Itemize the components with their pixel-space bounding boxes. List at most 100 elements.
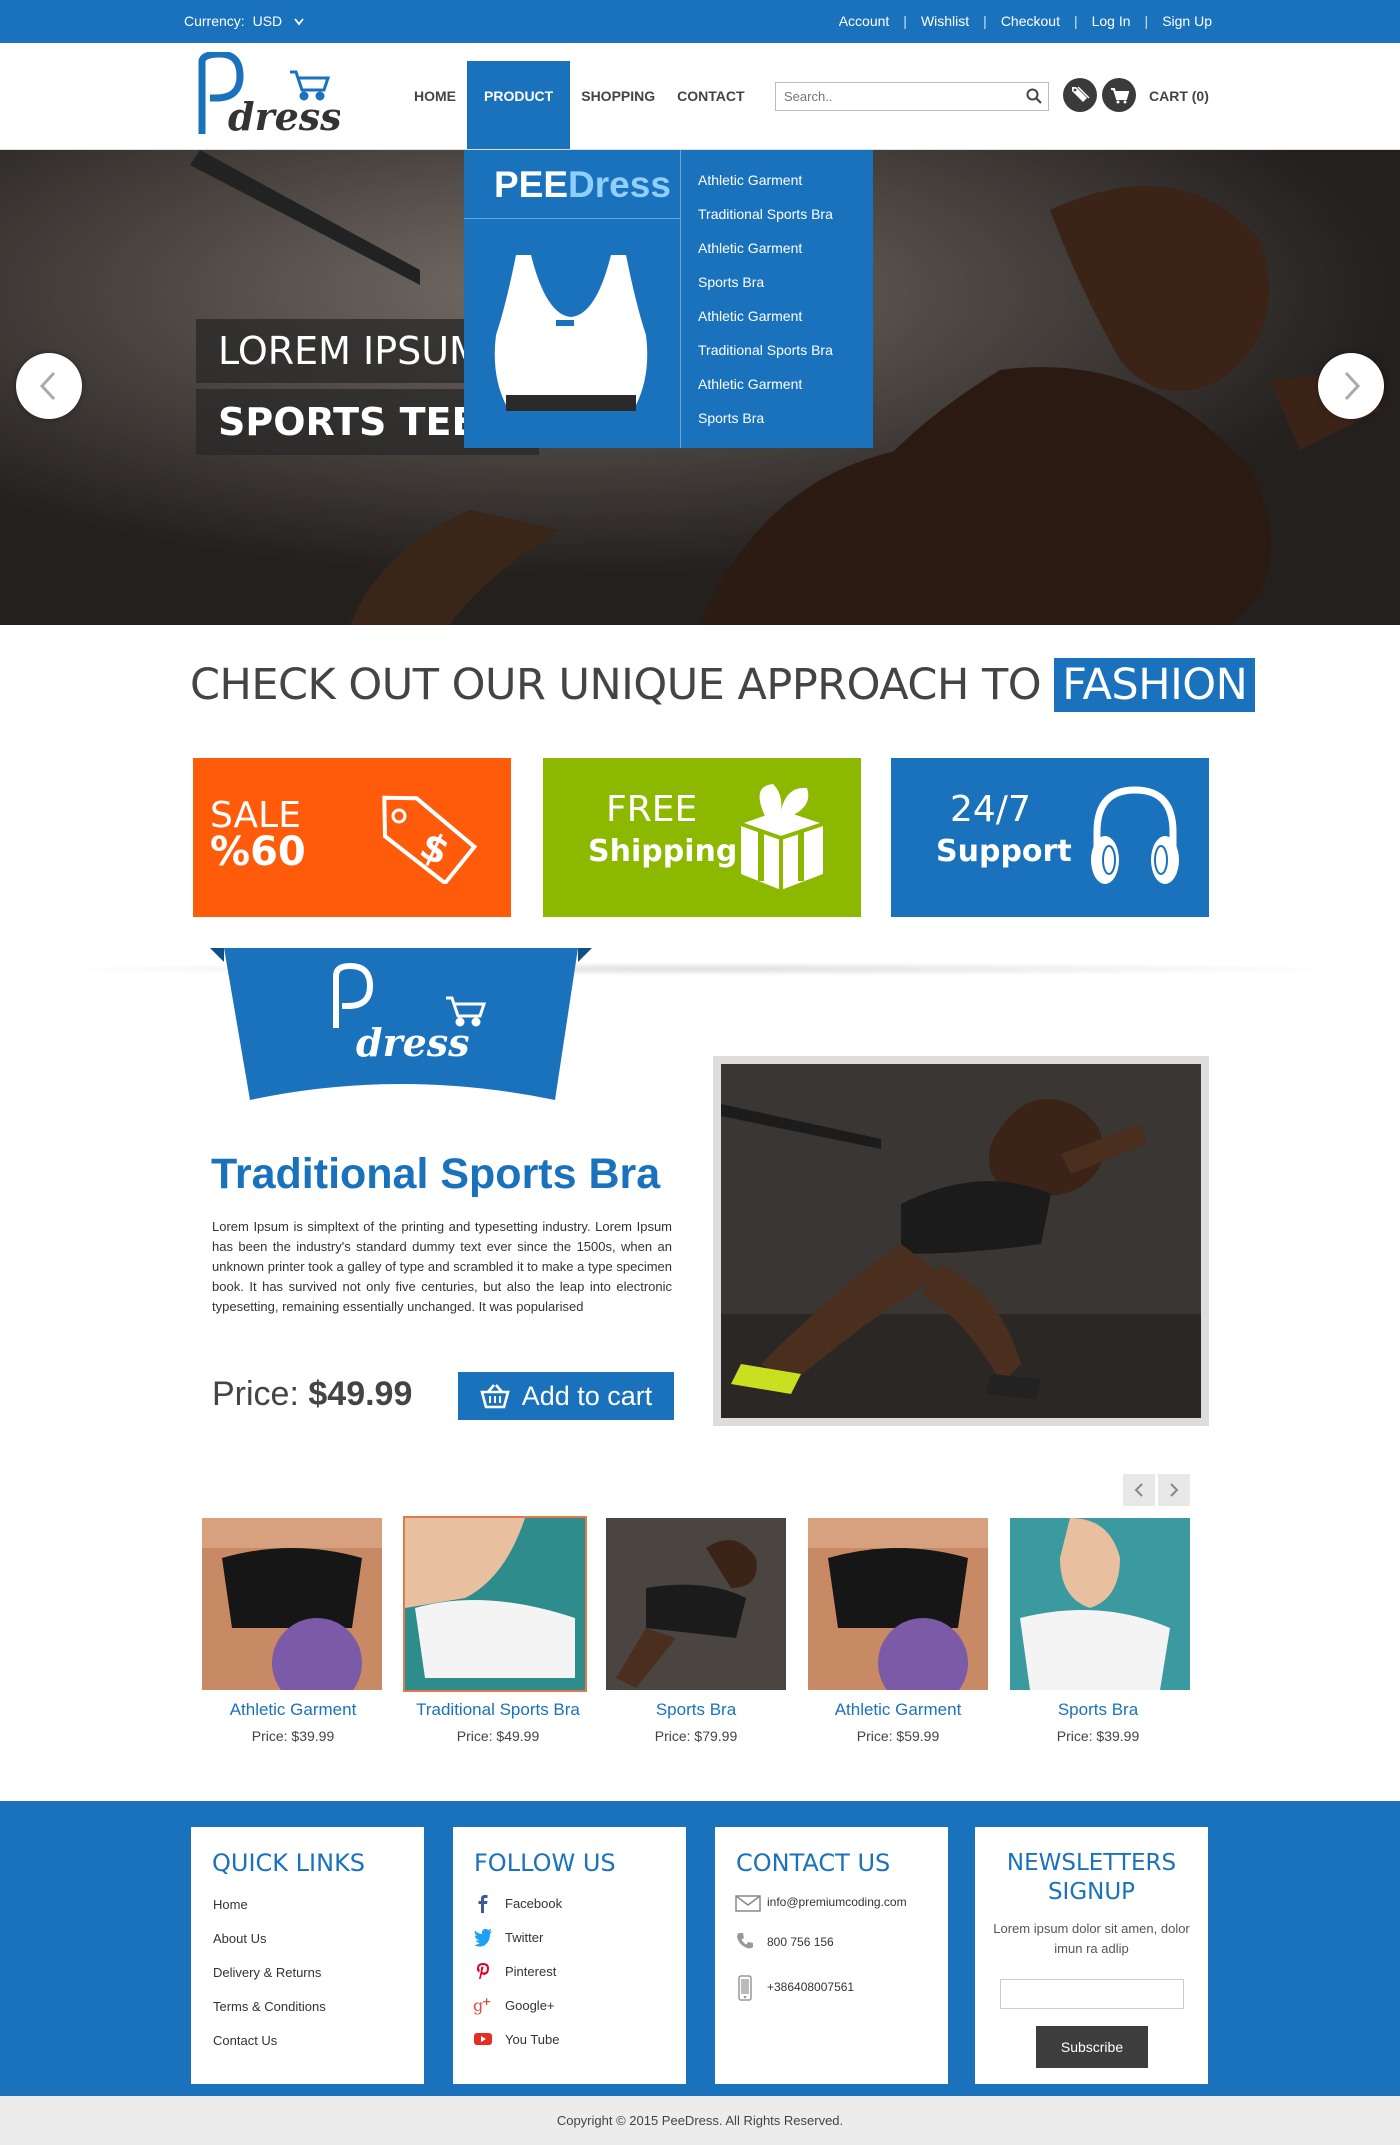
newsletter-text: Lorem ipsum dolor sit amen, dolor imun r…: [993, 1921, 1190, 1956]
hero-headline: LOREM IPSUM: [196, 319, 504, 383]
dropdown-item[interactable]: Sports Bra: [698, 408, 833, 442]
twitter-icon[interactable]: [473, 1927, 493, 1947]
nav-product[interactable]: PRODUCT: [467, 61, 571, 149]
quick-links-title: QUICK LINKS: [212, 1849, 366, 1877]
gift-box-icon: [740, 784, 824, 890]
separator: |: [903, 13, 907, 29]
footer-link-home[interactable]: Home: [213, 1897, 248, 1912]
contact-us-panel: CONTACT US info@premiumcoding.com 800 75…: [715, 1827, 948, 2084]
nav-contact[interactable]: CONTACT: [666, 61, 755, 149]
footer-link-about[interactable]: About Us: [213, 1931, 266, 1946]
tag-icon: [1072, 86, 1090, 102]
carousel-item-image[interactable]: [808, 1518, 988, 1708]
carousel-item-name[interactable]: Athletic Garment: [798, 1700, 998, 1720]
carousel-next-button[interactable]: [1158, 1474, 1190, 1506]
carousel-item-image[interactable]: [1010, 1518, 1190, 1690]
chevron-left-icon: [39, 371, 56, 401]
carousel-item-name[interactable]: Sports Bra: [998, 1700, 1198, 1720]
approach-heading: CHECK OUT OUR UNIQUE APPROACH TO FASHION: [190, 658, 1256, 712]
nav-home[interactable]: HOME: [403, 61, 467, 149]
product-image[interactable]: [713, 1056, 1209, 1426]
approach-highlight: FASHION: [1054, 658, 1256, 712]
currency-value: USD: [252, 13, 283, 29]
nav-shopping[interactable]: SHOPPING: [570, 61, 666, 149]
carousel-item-image[interactable]: [202, 1518, 382, 1708]
dropdown-item[interactable]: Athletic Garment: [698, 170, 833, 204]
chevron-right-icon: [1170, 1483, 1179, 1497]
feature-line1: FREE: [606, 789, 698, 830]
contact-email[interactable]: info@premiumcoding.com: [767, 1895, 907, 1909]
google-plus-icon[interactable]: g+: [473, 1995, 493, 2015]
basket-icon: [480, 1384, 510, 1409]
facebook-icon[interactable]: [473, 1893, 493, 1913]
carousel-item-name[interactable]: Traditional Sports Bra: [398, 1700, 598, 1720]
account-links: Account | Wishlist | Checkout | Log In | Sig…: [839, 13, 1212, 29]
hero-prev-button[interactable]: [16, 353, 82, 419]
footer-link-delivery[interactable]: Delivery & Returns: [213, 1965, 321, 1980]
dropdown-item[interactable]: Athletic Garment: [698, 238, 833, 272]
quick-links-panel: QUICK LINKS Home About Us Delivery & Ret…: [191, 1827, 424, 2084]
brand-part-1: PEE: [494, 164, 569, 205]
newsletter-title-line2: SIGNUP: [1047, 1879, 1136, 1905]
signup-link[interactable]: Sign Up: [1162, 13, 1212, 29]
free-shipping-feature[interactable]: FREE Shipping: [543, 758, 861, 917]
pinterest-link[interactable]: Pinterest: [505, 1964, 556, 1979]
cart-label[interactable]: CART (0): [1149, 88, 1209, 104]
footer-link-terms[interactable]: Terms & Conditions: [213, 1999, 326, 2014]
phone-icon: [737, 1933, 753, 1949]
dropdown-item[interactable]: Traditional Sports Bra: [698, 204, 833, 238]
athlete-photo: [721, 1064, 1201, 1418]
support-feature[interactable]: 24/7 Support: [891, 758, 1209, 917]
dropdown-item[interactable]: Athletic Garment: [698, 306, 833, 340]
chevron-down-icon: [294, 18, 304, 26]
cart-button[interactable]: [1102, 78, 1136, 112]
separator: |: [983, 13, 987, 29]
carousel-item-image[interactable]: [606, 1518, 786, 1690]
sports-bra-image[interactable]: [486, 245, 656, 435]
carousel-prev-button[interactable]: [1123, 1474, 1155, 1506]
product-price: Price: $49.99: [212, 1375, 412, 1414]
chevron-right-icon: [1344, 371, 1361, 401]
footer-link-contact[interactable]: Contact Us: [213, 2033, 277, 2048]
carousel-item-image[interactable]: [403, 1516, 587, 1692]
thumb-black-bra-2: [808, 1518, 988, 1708]
follow-us-panel: FOLLOW US Facebook Twitter Pinterest g + …: [453, 1827, 686, 2084]
carousel-item-name[interactable]: Athletic Garment: [193, 1700, 393, 1720]
youtube-link[interactable]: You Tube: [505, 2032, 559, 2047]
newsletter-email-input[interactable]: [1000, 1979, 1184, 2009]
youtube-icon[interactable]: [473, 2029, 493, 2049]
site-logo[interactable]: dress: [190, 50, 342, 139]
separator: |: [1144, 13, 1149, 29]
search-icon[interactable]: [1026, 88, 1042, 104]
sale-feature[interactable]: SALE %60 $: [193, 758, 511, 917]
twitter-link[interactable]: Twitter: [505, 1930, 543, 1945]
add-to-cart-button[interactable]: Add to cart: [458, 1372, 674, 1420]
pinterest-icon[interactable]: [473, 1961, 493, 1981]
subscribe-button[interactable]: Subscribe: [1036, 2026, 1148, 2068]
checkout-link[interactable]: Checkout: [1001, 13, 1060, 29]
product-title: Traditional Sports Bra: [211, 1150, 661, 1198]
search-input[interactable]: [776, 83, 1006, 110]
feature-line2: Shipping: [588, 834, 738, 869]
feature-line2: Support: [936, 834, 1072, 869]
account-link[interactable]: Account: [839, 13, 890, 29]
currency-selector[interactable]: Currency: USD: [184, 13, 304, 29]
headphones-icon: [1091, 786, 1179, 884]
google-plus-link[interactable]: Google+: [505, 1998, 555, 2013]
envelope-icon: [735, 1895, 761, 1912]
dropdown-item[interactable]: Traditional Sports Bra: [698, 340, 833, 374]
tags-button[interactable]: [1063, 78, 1097, 112]
facebook-link[interactable]: Facebook: [505, 1896, 562, 1911]
hero-next-button[interactable]: [1318, 353, 1384, 419]
follow-us-title: FOLLOW US: [474, 1849, 616, 1877]
wishlist-link[interactable]: Wishlist: [921, 13, 969, 29]
svg-text:$: $: [413, 823, 456, 874]
contact-mobile: +386408007561: [767, 1980, 855, 1994]
dropdown-item[interactable]: Sports Bra: [698, 272, 833, 306]
main-nav: HOME PRODUCT SHOPPING CONTACT: [403, 61, 756, 149]
login-link[interactable]: Log In: [1092, 13, 1131, 29]
dropdown-item[interactable]: Athletic Garment: [698, 374, 833, 408]
carousel-item-name[interactable]: Sports Bra: [596, 1700, 796, 1720]
newsletter-panel: NEWSLETTERS SIGNUP Lorem ipsum dolor sit…: [975, 1827, 1208, 2084]
product-dropdown: PEEDress Athletic Garment Traditional Sp…: [464, 150, 873, 448]
